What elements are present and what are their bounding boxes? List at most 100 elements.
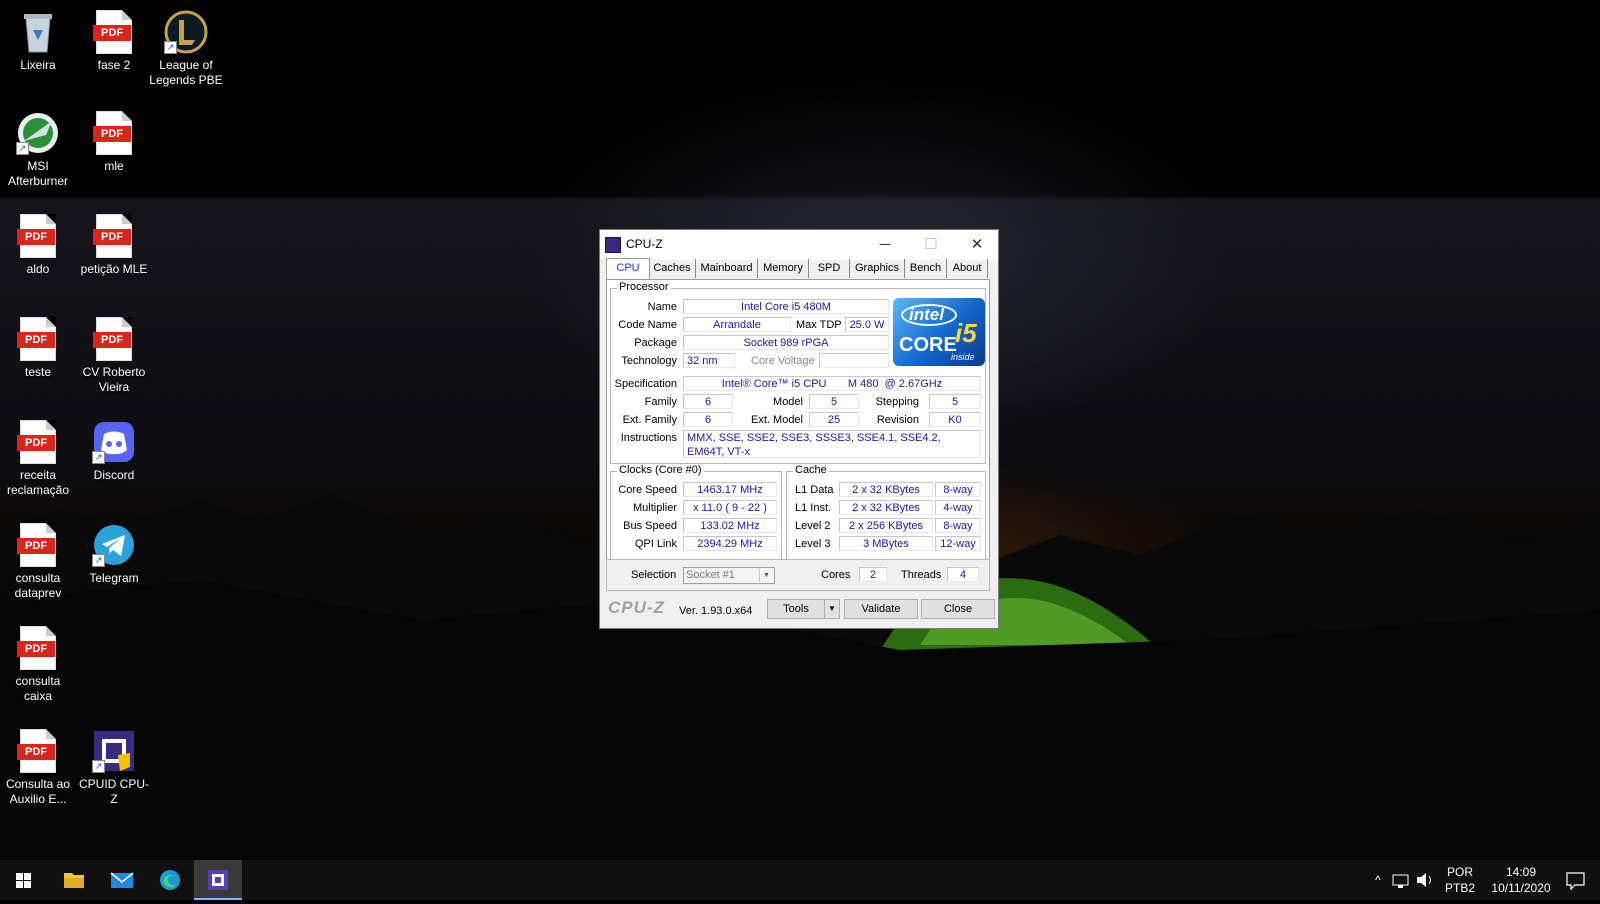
cpu-z-logo: CPU-Z [608, 598, 665, 617]
desktop-icon-label: CPUID CPU-Z [78, 777, 149, 806]
volume-icon[interactable] [1414, 860, 1436, 900]
pdf-file-icon: PDF [17, 523, 56, 567]
l1-data-size: 2 x 32 KBytes [839, 482, 933, 497]
tab-mainboard[interactable]: Mainboard [696, 259, 758, 278]
title-bar[interactable]: CPU-Z ─ ☐ ✕ [600, 230, 998, 260]
maxtdp-value: 25.0 W [845, 317, 889, 332]
tools-dropdown-arrow-icon[interactable]: ▼ [824, 599, 840, 619]
desktop-icon-label: Consulta ao Auxilio E... [5, 777, 71, 806]
tab-caches[interactable]: Caches [649, 259, 696, 278]
desktop-icon-telegram[interactable]: ↗ Telegram [76, 515, 152, 586]
socket-select[interactable]: Socket #1 ▼ [683, 567, 775, 584]
show-hidden-icons-chevron-up-icon[interactable]: ^ [1368, 860, 1388, 900]
cpu-z-app-icon [605, 237, 621, 253]
level-2-label: Level 2 [795, 520, 831, 532]
desktop-icon-mle[interactable]: PDF mle [76, 103, 152, 174]
desktop-icon-consulta-auxilio[interactable]: PDF Consulta ao Auxilio E... [0, 721, 76, 807]
taskbar-cpu-z[interactable] [194, 860, 242, 900]
pdf-file-icon: PDF [17, 214, 56, 258]
network-icon[interactable] [1390, 860, 1412, 900]
pdf-file-icon: PDF [93, 214, 132, 258]
start-button[interactable] [0, 860, 48, 900]
desktop-icon-cpuid-cpu-z[interactable]: ↗ CPUID CPU-Z [76, 721, 152, 807]
cores-label: Cores [821, 569, 851, 581]
desktop-icon-receita-reclamacao[interactable]: PDF receita reclamação [0, 412, 76, 498]
chevron-down-icon: ▼ [759, 569, 773, 582]
pdf-file-icon: PDF [93, 317, 132, 361]
desktop-icon-league-of-legends-pbe[interactable]: ↗ League of Legends PBE [148, 2, 224, 88]
cache-legend: Cache [793, 464, 829, 476]
desktop-icon-label: Telegram [89, 571, 139, 585]
threads-value: 4 [947, 567, 979, 582]
notification-center-icon[interactable] [1558, 860, 1592, 900]
desktop-icon-aldo[interactable]: PDF aldo [0, 206, 76, 277]
taskbar-edge[interactable] [146, 860, 194, 900]
tab-spd[interactable]: SPD [809, 259, 850, 278]
mail-icon [110, 872, 134, 888]
revision-value: K0 [929, 412, 981, 427]
maximize-button[interactable]: ☐ [908, 230, 954, 260]
validate-button[interactable]: Validate [844, 599, 918, 619]
close-window-button[interactable]: ✕ [954, 230, 1000, 260]
close-button[interactable]: Close [921, 599, 995, 619]
desktop-icon-peticao-mle[interactable]: PDF petição MLE [76, 206, 152, 277]
desktop-icon-consulta-caixa[interactable]: PDF consulta caixa [0, 618, 76, 704]
shortcut-arrow-icon: ↗ [92, 760, 105, 773]
core-voltage-label: Core Voltage [751, 355, 815, 367]
desktop-icon-label: receita reclamação [6, 468, 70, 497]
tab-bench[interactable]: Bench [905, 259, 947, 278]
desktop-icon-label: Lixeira [20, 58, 56, 72]
telegram-icon: ↗ [92, 523, 136, 567]
multiplier-label: Multiplier [632, 502, 677, 514]
selection-label: Selection [631, 569, 677, 581]
codename-value: Arrandale [683, 317, 791, 332]
windows-logo-icon [16, 873, 31, 888]
tab-about[interactable]: About [947, 259, 988, 278]
tab-graphics[interactable]: Graphics [850, 259, 905, 278]
desktop-icon-fase-2[interactable]: PDF fase 2 [76, 2, 152, 73]
input-language-indicator[interactable]: POR PTB2 [1440, 860, 1480, 900]
folder-icon [64, 873, 84, 888]
pdf-file-icon: PDF [17, 626, 56, 670]
tools-button[interactable]: Tools [767, 599, 825, 619]
desktop-icon-msi-afterburner[interactable]: ↗ MSI Afterburner [0, 103, 76, 189]
shortcut-arrow-icon: ↗ [92, 554, 105, 567]
window-title: CPU-Z [626, 237, 663, 251]
shortcut-arrow-icon: ↗ [92, 451, 105, 464]
cache-group: Cache L1 Data 2 x 32 KBytes 8-way L1 Ins… [786, 464, 986, 561]
desktop-icon-consulta-dataprev[interactable]: PDF consulta dataprev [0, 515, 76, 601]
desktop-icon-label: MSI Afterburner [7, 159, 69, 188]
minimize-button[interactable]: ─ [862, 230, 908, 260]
discord-icon: ↗ [92, 420, 136, 464]
desktop-icon-lixeira[interactable]: Lixeira [0, 2, 76, 73]
bus-speed-label: Bus Speed [623, 520, 677, 532]
level-3-size: 3 MBytes [839, 536, 933, 551]
desktop-icon-teste[interactable]: PDF teste [0, 309, 76, 380]
keyboard-layout: PTB2 [1444, 881, 1475, 895]
recycle-bin-icon [16, 10, 60, 54]
clocks-legend: Clocks (Core #0) [617, 464, 704, 476]
pdf-file-icon: PDF [17, 317, 56, 361]
pdf-file-icon: PDF [17, 729, 56, 773]
selection-group: Selection Socket #1 ▼ Cores 2 Threads 4 [606, 559, 990, 591]
desktop-icon-label: League of Legends PBE [149, 58, 223, 87]
desktop-icon-label: mle [104, 159, 124, 173]
taskbar-file-explorer[interactable] [50, 860, 98, 900]
bus-speed-value: 133.02 MHz [683, 518, 777, 533]
tab-cpu[interactable]: CPU [606, 258, 650, 280]
edge-browser-icon [160, 870, 180, 890]
cores-value: 2 [859, 567, 887, 582]
tab-memory[interactable]: Memory [758, 259, 809, 278]
desktop-icon-label: aldo [26, 262, 50, 276]
desktop-icon-label: petição MLE [80, 262, 148, 276]
language-code: POR [1446, 865, 1473, 879]
core-speed-value: 1463.17 MHz [683, 482, 777, 497]
pdf-file-icon: PDF [93, 10, 132, 54]
codename-label: Code Name [618, 319, 677, 331]
taskbar-mail[interactable] [98, 860, 146, 900]
clock-date: 10/11/2020 [1491, 881, 1551, 895]
desktop-icon-cv-roberto-vieira[interactable]: PDF CV Roberto Vieira [76, 309, 152, 395]
desktop-icon-discord[interactable]: ↗ Discord [76, 412, 152, 483]
l1-inst-ways: 4-way [935, 500, 981, 515]
clock[interactable]: 14:09 10/11/2020 [1484, 860, 1558, 900]
